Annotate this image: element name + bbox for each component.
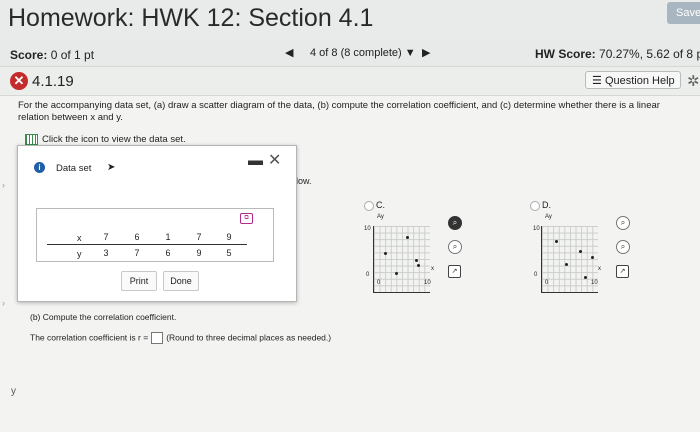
cursor-icon: ➤ <box>107 162 116 173</box>
zoom-in-icon[interactable]: ⌕ <box>616 216 630 230</box>
hw-score-value: 70.27%, 5.62 of 8 p <box>599 47 700 61</box>
incorrect-icon: ✕ <box>10 72 28 90</box>
table-cell: 1 <box>165 232 171 242</box>
question-help-button[interactable]: ☰ Question Help <box>585 71 681 89</box>
table-cell: 6 <box>134 232 140 242</box>
table-divider <box>47 244 247 245</box>
table-icon[interactable] <box>25 134 38 145</box>
open-external-icon[interactable]: ↗ <box>448 265 461 278</box>
score-text: Score: 0 of 1 pt <box>10 48 94 62</box>
score-label: Score: <box>10 48 48 62</box>
dialog-title: Data set <box>56 163 92 174</box>
plot-point <box>417 264 420 267</box>
question-navigator: ◀ 4 of 8 (8 complete) ▼ ▶ <box>285 46 435 62</box>
correlation-prompt: The correlation coefficient is r = (Round… <box>30 332 331 344</box>
x-tick-label: 10 <box>591 280 598 286</box>
plot-point <box>584 276 587 279</box>
plot-point <box>395 272 398 275</box>
info-icon: i <box>34 162 45 173</box>
table-cell: 7 <box>134 248 140 258</box>
minimize-button[interactable]: ▬ <box>248 152 263 169</box>
copy-icon[interactable]: ⧉ <box>240 213 253 224</box>
x-axis-label: x <box>431 266 434 272</box>
y-row-label: y <box>77 249 82 259</box>
x-axis-zero: 0 <box>534 272 538 278</box>
question-select-label: 4 of 8 (8 complete) <box>310 47 402 59</box>
part-b-heading: (b) Compute the correlation coefficient. <box>30 312 177 322</box>
plot-point <box>591 256 594 259</box>
gear-icon[interactable]: ✲ <box>687 72 700 90</box>
save-button[interactable]: Save <box>667 2 700 24</box>
partial-instruction: low. <box>296 176 312 186</box>
table-cell: 5 <box>226 248 232 258</box>
chevron-right-icon: › <box>2 298 5 308</box>
zoom-out-icon[interactable]: ⌕ <box>616 240 630 254</box>
option-c-label: C. <box>376 200 385 210</box>
hw-score-label: HW Score: <box>535 47 596 61</box>
correlation-answer-input[interactable] <box>151 332 164 344</box>
stray-y-mark: y <box>11 386 16 397</box>
x-axis-zero: 0 <box>366 272 370 278</box>
table-cell: 9 <box>226 232 232 242</box>
scatter-graph-d <box>541 226 598 293</box>
origin-label: 0 <box>545 280 549 286</box>
close-button[interactable]: ✕ <box>268 150 281 170</box>
option-c-radio[interactable] <box>364 201 374 211</box>
question-instructions: For the accompanying data set, (a) draw … <box>18 100 660 123</box>
chevron-right-icon: › <box>2 180 5 190</box>
y-axis-label: Ay <box>545 214 552 220</box>
question-help-label: Question Help <box>604 75 675 87</box>
plot-point <box>565 263 568 266</box>
x-row-label: x <box>77 233 82 243</box>
y-axis-label: Ay <box>377 214 384 220</box>
question-number: 4.1.19 <box>32 73 74 90</box>
table-cell: 9 <box>196 248 202 258</box>
question-header: ✕ 4.1.19 ☰ Question Help ✲ <box>0 67 700 96</box>
option-d-label: D. <box>542 200 551 210</box>
zoom-in-icon[interactable]: ⌕ <box>448 216 462 230</box>
previous-question-button[interactable]: ◀ <box>285 46 293 59</box>
score-value: 0 of 1 pt <box>50 48 95 62</box>
title-bar: Homework: HWK 12: Section 4.1 Save <box>0 0 700 41</box>
data-set-dialog: i Data set ➤ ▬ ✕ ⧉ x y 7 6 1 7 9 3 7 6 9… <box>17 145 297 302</box>
x-axis-label: x <box>598 266 601 272</box>
x-tick-label: 10 <box>424 280 431 286</box>
option-d-radio[interactable] <box>530 201 540 211</box>
page-title: Homework: HWK 12: Section 4.1 <box>8 4 374 32</box>
data-set-link-text: Click the icon to view the data set. <box>42 134 186 146</box>
data-table: ⧉ x y 7 6 1 7 9 3 7 6 9 5 <box>36 208 274 262</box>
correlation-prompt-text: The correlation coefficient is r = <box>30 332 149 343</box>
plot-point <box>384 252 387 255</box>
chevron-down-icon: ▼ <box>404 47 416 59</box>
plot-point <box>406 236 409 239</box>
scatter-graph-c <box>373 226 430 293</box>
data-set-link[interactable]: Click the icon to view the data set. <box>25 134 186 145</box>
plot-point <box>415 259 418 262</box>
zoom-out-icon[interactable]: ⌕ <box>448 240 462 254</box>
plot-point <box>579 250 582 253</box>
y-tick-label: 10 <box>364 226 371 232</box>
question-select[interactable]: 4 of 8 (8 complete) ▼ <box>310 47 416 59</box>
open-external-icon[interactable]: ↗ <box>616 265 629 278</box>
origin-label: 0 <box>377 280 381 286</box>
table-cell: 6 <box>165 248 171 258</box>
plot-point <box>555 240 558 243</box>
hw-score: HW Score: 70.27%, 5.62 of 8 p <box>535 47 700 61</box>
print-button[interactable]: Print <box>121 271 157 291</box>
next-question-button[interactable]: ▶ <box>422 46 430 59</box>
table-cell: 7 <box>103 232 109 242</box>
score-bar: Score: 0 of 1 pt ◀ 4 of 8 (8 complete) ▼… <box>0 40 700 67</box>
table-cell: 7 <box>196 232 202 242</box>
done-button[interactable]: Done <box>163 271 199 291</box>
y-tick-label: 10 <box>533 226 540 232</box>
rounding-note: (Round to three decimal places as needed… <box>166 332 332 343</box>
table-cell: 3 <box>103 248 109 258</box>
list-icon: ☰ <box>592 75 602 87</box>
